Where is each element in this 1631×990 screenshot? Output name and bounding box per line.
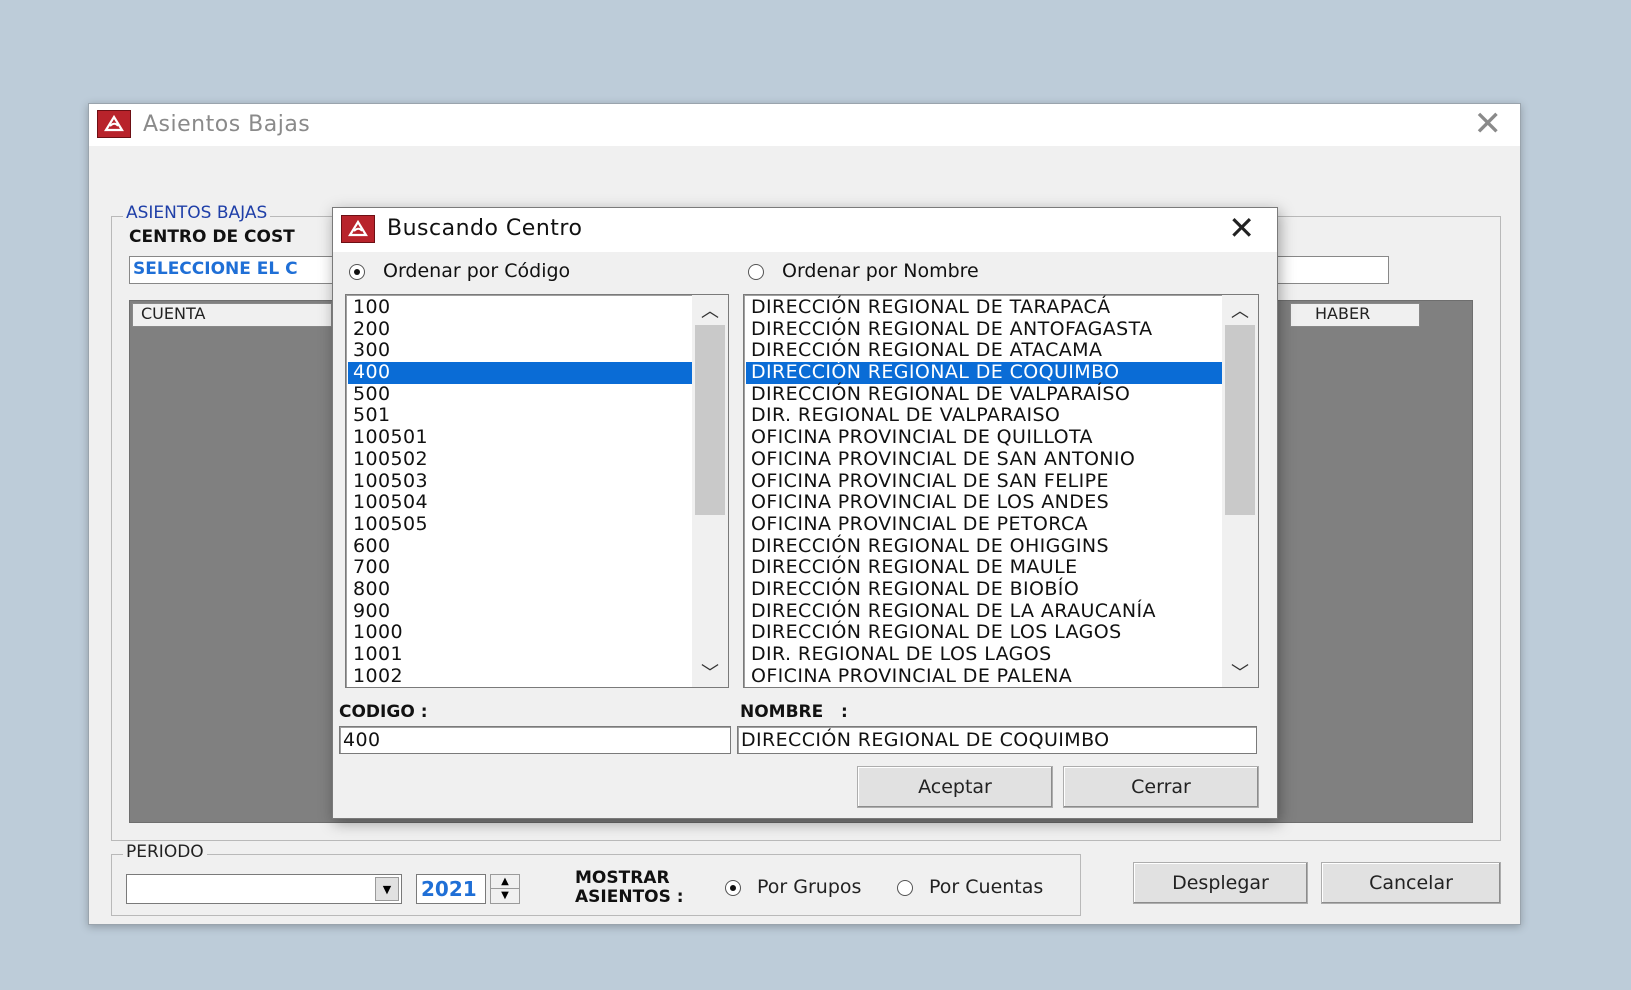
codes-listbox[interactable]: 100 200 300 400 500 501 100501 100502 100503 1005… bbox=[345, 294, 729, 688]
name-list-item[interactable]: OFICINA PROVINCIAL DE QUILLOTA bbox=[746, 426, 1222, 449]
scroll-thumb[interactable] bbox=[695, 325, 725, 515]
spinner-up-icon[interactable]: ▲ bbox=[491, 875, 519, 889]
year-value: 2021 bbox=[421, 877, 477, 901]
mostrar-label-line1: MOSTRAR bbox=[575, 868, 670, 888]
chevron-down-icon[interactable]: ﹀ bbox=[1222, 659, 1258, 685]
aceptar-button[interactable]: Aceptar bbox=[857, 766, 1053, 808]
mostrar-label-line2: ASIENTOS : bbox=[575, 887, 684, 907]
codes-items: 100 200 300 400 500 501 100501 100502 100503 1005… bbox=[348, 296, 692, 687]
name-list-item[interactable]: DIRECCIÓN REGIONAL DE LA ARAUCANÍA bbox=[746, 600, 1222, 623]
code-list-item[interactable]: 100 bbox=[348, 296, 692, 319]
name-list-item[interactable]: DIRECCIÓN REGIONAL DE VALPARAÍSO bbox=[746, 383, 1222, 406]
dropdown-arrow-icon[interactable]: ▼ bbox=[375, 877, 399, 901]
code-list-item[interactable]: 100502 bbox=[348, 448, 692, 471]
name-list-item[interactable]: OFICINA PROVINCIAL DE SAN ANTONIO bbox=[746, 448, 1222, 471]
radio-ordenar-codigo[interactable] bbox=[349, 264, 365, 280]
year-spinner[interactable]: ▲ ▼ bbox=[490, 874, 520, 904]
name-list-item[interactable]: DIR. REGIONAL DE VALPARAISO bbox=[746, 405, 1222, 427]
centro-costo-label: CENTRO DE COST bbox=[129, 227, 295, 247]
app-logo-icon bbox=[341, 215, 375, 243]
code-list-item[interactable]: 300 bbox=[348, 340, 692, 362]
close-icon[interactable]: ✕ bbox=[1474, 107, 1503, 141]
close-icon[interactable]: ✕ bbox=[1228, 212, 1255, 244]
desplegar-button[interactable]: Desplegar bbox=[1133, 862, 1308, 904]
code-list-item[interactable]: 1001 bbox=[348, 643, 692, 666]
window-title: Asientos Bajas bbox=[143, 112, 311, 137]
scroll-thumb[interactable] bbox=[1225, 325, 1255, 515]
radio-por-grupos[interactable] bbox=[725, 880, 741, 896]
label-ordenar-nombre[interactable]: Ordenar por Nombre bbox=[782, 260, 979, 282]
group-label-periodo: PERIODO bbox=[123, 842, 207, 862]
code-list-item[interactable]: 100501 bbox=[348, 426, 692, 449]
name-list-item[interactable]: OFICINA PROVINCIAL DE PETORCA bbox=[746, 513, 1222, 536]
buscando-centro-dialog: Buscando Centro ✕ Ordenar por Código Ord… bbox=[332, 207, 1278, 819]
mostrar-asientos-label: MOSTRAR ASIENTOS : bbox=[575, 869, 684, 907]
spinner-down-icon[interactable]: ▼ bbox=[491, 889, 519, 903]
code-list-item[interactable]: 400 bbox=[348, 361, 692, 384]
code-list-item[interactable]: 100504 bbox=[348, 491, 692, 514]
name-list-item[interactable]: OFICINA PROVINCIAL DE SAN FELIPE bbox=[746, 470, 1222, 493]
chevron-down-icon[interactable]: ﹀ bbox=[692, 659, 728, 685]
main-titlebar: Asientos Bajas ✕ bbox=[89, 104, 1520, 146]
column-header-cuenta[interactable]: CUENTA bbox=[132, 303, 332, 327]
dialog-titlebar: Buscando Centro ✕ bbox=[333, 208, 1277, 252]
name-list-item[interactable]: DIRECCIÓN REGIONAL DE ANTOFAGASTA bbox=[746, 318, 1222, 341]
name-list-item[interactable]: DIRECCIÓN REGIONAL DE OHIGGINS bbox=[746, 535, 1222, 558]
nombre-field[interactable]: DIRECCIÓN REGIONAL DE COQUIMBO bbox=[737, 726, 1257, 754]
name-list-item[interactable]: DIRECCIÓN REGIONAL DE TARAPACÁ bbox=[746, 296, 1222, 319]
code-list-item[interactable]: 100503 bbox=[348, 470, 692, 493]
cancelar-button[interactable]: Cancelar bbox=[1321, 862, 1501, 904]
label-por-grupos[interactable]: Por Grupos bbox=[757, 876, 861, 898]
code-list-item[interactable]: 100505 bbox=[348, 513, 692, 536]
chevron-up-icon[interactable]: ︿ bbox=[1222, 297, 1258, 323]
name-list-item[interactable]: DIRECCIÓN REGIONAL DE ATACAMA bbox=[746, 340, 1222, 362]
dialog-title: Buscando Centro bbox=[387, 216, 583, 241]
label-ordenar-codigo[interactable]: Ordenar por Código bbox=[383, 260, 570, 282]
group-label-asientos-bajas: ASIENTOS BAJAS bbox=[123, 203, 271, 223]
radio-por-cuentas[interactable] bbox=[897, 880, 913, 896]
column-header-haber[interactable]: HABER bbox=[1290, 303, 1420, 327]
names-items: DIRECCIÓN REGIONAL DE TARAPACÁ DIRECCIÓN … bbox=[746, 296, 1222, 687]
names-listbox[interactable]: DIRECCIÓN REGIONAL DE TARAPACÁ DIRECCIÓN … bbox=[743, 294, 1259, 688]
label-por-cuentas[interactable]: Por Cuentas bbox=[929, 876, 1043, 898]
chevron-up-icon[interactable]: ︿ bbox=[692, 297, 728, 323]
code-list-item[interactable]: 1002 bbox=[348, 665, 692, 687]
year-field[interactable]: 2021 bbox=[416, 874, 486, 904]
name-list-item[interactable]: DIR. REGIONAL DE LOS LAGOS bbox=[746, 643, 1222, 666]
code-list-item[interactable]: 500 bbox=[348, 383, 692, 406]
month-select[interactable]: ▼ bbox=[126, 874, 402, 904]
codigo-field[interactable]: 400 bbox=[339, 726, 731, 754]
code-list-item[interactable]: 1000 bbox=[348, 622, 692, 644]
app-logo-icon bbox=[97, 110, 131, 138]
seleccione-text: SELECCIONE EL C bbox=[133, 259, 298, 279]
name-list-item[interactable]: DIRECCIÓN REGIONAL DE COQUIMBO bbox=[746, 361, 1222, 384]
code-list-item[interactable]: 900 bbox=[348, 600, 692, 623]
name-list-item[interactable]: DIRECCIÓN REGIONAL DE MAULE bbox=[746, 557, 1222, 579]
code-list-item[interactable]: 200 bbox=[348, 318, 692, 341]
code-list-item[interactable]: 600 bbox=[348, 535, 692, 558]
code-list-item[interactable]: 800 bbox=[348, 578, 692, 601]
nombre-label: NOMBRE : bbox=[740, 702, 848, 722]
name-list-item[interactable]: DIRECCIÓN REGIONAL DE BIOBÍO bbox=[746, 578, 1222, 601]
cerrar-button[interactable]: Cerrar bbox=[1063, 766, 1259, 808]
codes-scrollbar[interactable]: ︿ ﹀ bbox=[692, 295, 728, 687]
name-list-item[interactable]: DIRECCIÓN REGIONAL DE LOS LAGOS bbox=[746, 622, 1222, 644]
code-list-item[interactable]: 700 bbox=[348, 557, 692, 579]
name-list-item[interactable]: OFICINA PROVINCIAL DE PALENA bbox=[746, 665, 1222, 687]
names-scrollbar[interactable]: ︿ ﹀ bbox=[1222, 295, 1258, 687]
codigo-label: CODIGO : bbox=[339, 702, 428, 722]
radio-ordenar-nombre[interactable] bbox=[748, 264, 764, 280]
name-list-item[interactable]: OFICINA PROVINCIAL DE LOS ANDES bbox=[746, 491, 1222, 514]
code-list-item[interactable]: 501 bbox=[348, 405, 692, 427]
